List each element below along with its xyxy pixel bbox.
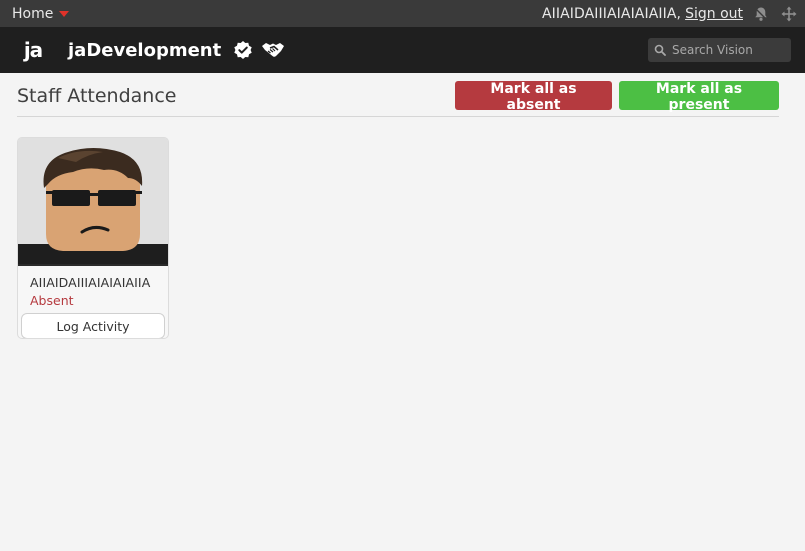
verified-badge-icon — [233, 40, 253, 60]
avatar[interactable] — [18, 138, 168, 266]
home-label: Home — [12, 5, 54, 22]
log-activity-button[interactable]: Log Activity — [21, 313, 165, 338]
bulk-actions: Mark all as absent Mark all as present — [455, 81, 779, 113]
move-icon[interactable] — [779, 4, 799, 24]
mark-all-present-button[interactable]: Mark all as present — [619, 81, 779, 113]
search-icon — [654, 41, 666, 60]
page-title: Staff Attendance — [17, 85, 177, 107]
group-header: ja jaDevelopment — [0, 27, 805, 73]
attendance-status: Absent — [30, 293, 74, 308]
search-input[interactable] — [672, 43, 782, 57]
partner-handshake-icon — [261, 40, 285, 60]
mark-all-absent-button[interactable]: Mark all as absent — [455, 81, 612, 113]
search-box[interactable] — [648, 38, 791, 62]
group-logo[interactable]: ja — [20, 37, 46, 63]
bell-icon[interactable] — [751, 4, 771, 24]
staff-card: AIIAIDAIIIAIAIAIAIIA Absent Log Activity — [17, 137, 169, 339]
chevron-down-icon — [59, 11, 70, 17]
page-heading: Staff Attendance Mark all as absent Mark… — [17, 81, 779, 117]
user-area: AIIAIDAIIIAIAIAIAIIA, Sign out — [542, 4, 799, 24]
staff-name: AIIAIDAIIIAIAIAIAIIA — [30, 275, 151, 290]
group-name: jaDevelopment — [68, 39, 222, 61]
home-menu[interactable]: Home — [12, 5, 70, 22]
username: AIIAIDAIIIAIAIAIAIIA, — [541, 5, 682, 22]
sign-out-link[interactable]: Sign out — [685, 6, 743, 22]
top-bar: Home AIIAIDAIIIAIAIAIAIIA, Sign out — [0, 0, 805, 27]
